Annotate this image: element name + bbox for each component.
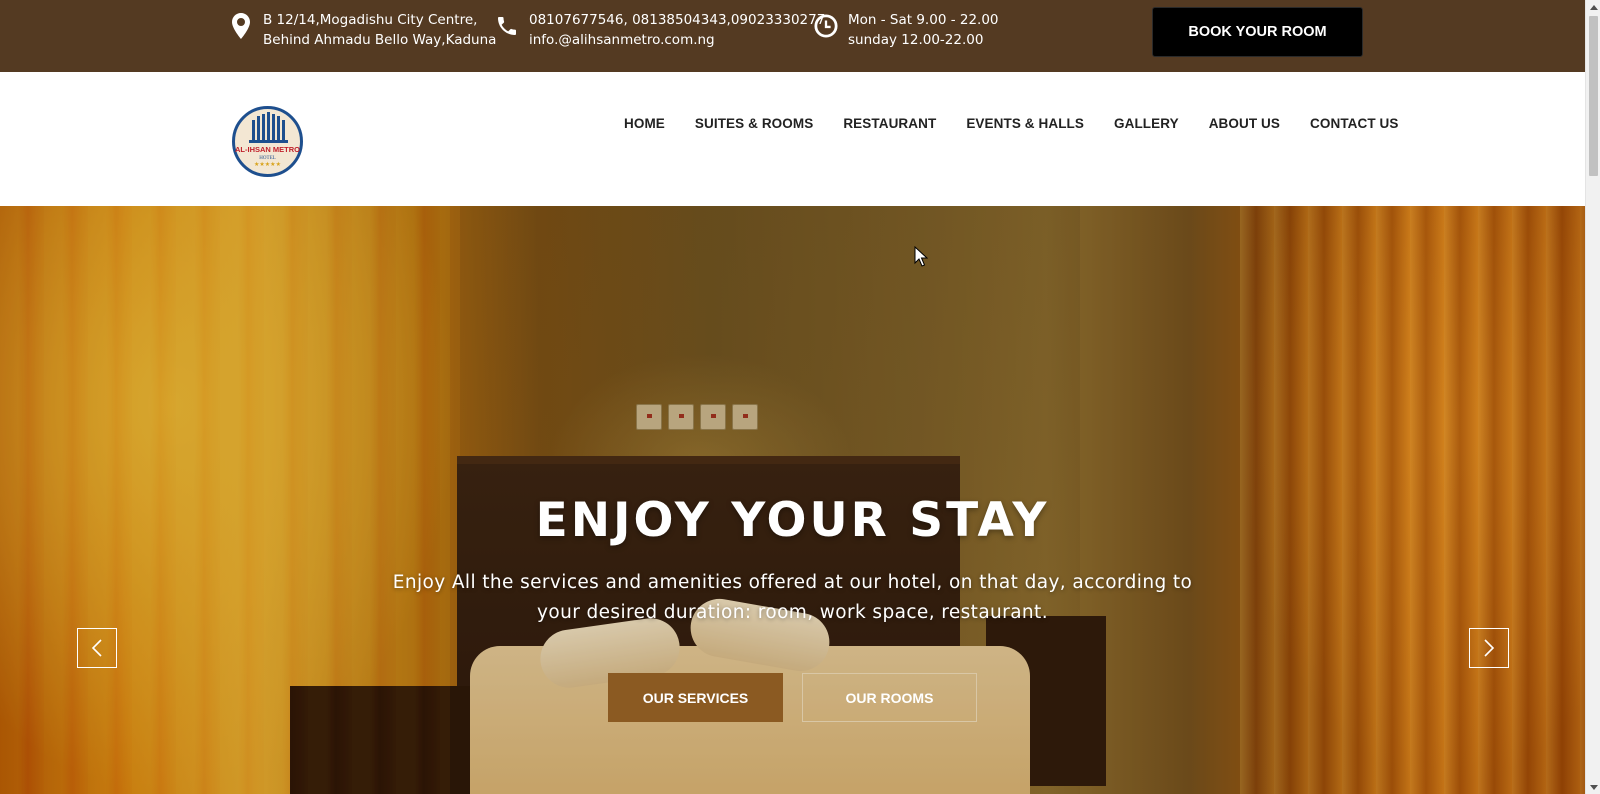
address-info: B 12/14,Mogadishu City Centre, Behind Ah… xyxy=(229,11,496,50)
main-navigation: HOME SUITES & ROOMS RESTAURANT EVENTS & … xyxy=(624,116,1414,131)
chevron-left-icon xyxy=(91,639,102,657)
svg-text:★★★★★: ★★★★★ xyxy=(254,161,281,168)
address-line-2: Behind Ahmadu Bello Way,Kaduna xyxy=(263,31,497,48)
logo-name: AL-IHSAN METRO xyxy=(235,145,300,154)
nav-item-gallery[interactable]: GALLERY xyxy=(1099,116,1194,131)
hours-weekday: Mon - Sat 9.00 - 22.00 xyxy=(848,12,999,28)
scrollbar-thumb[interactable] xyxy=(1589,16,1598,176)
hero-subtitle: Enjoy All the services and amenities off… xyxy=(392,572,1193,623)
nav-item-contact-us[interactable]: CONTACT US xyxy=(1295,116,1414,131)
slider-prev-button[interactable] xyxy=(77,628,117,668)
page-scrollbar[interactable] xyxy=(1585,0,1600,794)
clock-icon xyxy=(814,12,838,40)
phone-icon xyxy=(495,12,519,40)
scroll-up-icon[interactable] xyxy=(1586,0,1600,14)
chevron-right-icon xyxy=(1484,639,1495,657)
our-services-button[interactable]: OUR SERVICES xyxy=(608,673,783,722)
hours-info: Mon - Sat 9.00 - 22.00 sunday 12.00-22.0… xyxy=(814,11,999,50)
nav-item-suites-rooms[interactable]: SUITES & ROOMS xyxy=(680,116,828,131)
book-your-room-button[interactable]: BOOK YOUR ROOM xyxy=(1152,7,1363,57)
email-address: info.@alihsanmetro.com.ng xyxy=(529,31,715,48)
nav-item-events-halls[interactable]: EVENTS & HALLS xyxy=(951,116,1099,131)
scroll-down-icon[interactable] xyxy=(1586,780,1600,794)
main-header: AL-IHSAN METRO HOTEL ★★★★★ HOME SUITES &… xyxy=(0,72,1585,206)
phone-info: 08107677546, 08138504343,09023330277 inf… xyxy=(495,11,825,50)
nav-item-home[interactable]: HOME xyxy=(624,116,680,131)
hero-title: ENJOY YOUR STAY xyxy=(535,493,1050,548)
our-rooms-button[interactable]: OUR ROOMS xyxy=(802,673,977,722)
phone-numbers: 08107677546, 08138504343,09023330277 xyxy=(529,12,826,28)
slider-next-button[interactable] xyxy=(1469,628,1509,668)
hotel-logo[interactable]: AL-IHSAN METRO HOTEL ★★★★★ xyxy=(232,106,303,177)
map-pin-icon xyxy=(229,12,253,40)
hours-sunday: sunday 12.00-22.00 xyxy=(848,31,984,48)
hero-slider: ENJOY YOUR STAY Enjoy All the services a… xyxy=(0,206,1585,794)
nav-item-about-us[interactable]: ABOUT US xyxy=(1194,116,1295,131)
mouse-cursor-icon xyxy=(914,245,929,272)
nav-item-restaurant[interactable]: RESTAURANT xyxy=(828,116,951,131)
address-line-1: B 12/14,Mogadishu City Centre, xyxy=(263,12,478,28)
top-info-bar: B 12/14,Mogadishu City Centre, Behind Ah… xyxy=(0,0,1585,72)
